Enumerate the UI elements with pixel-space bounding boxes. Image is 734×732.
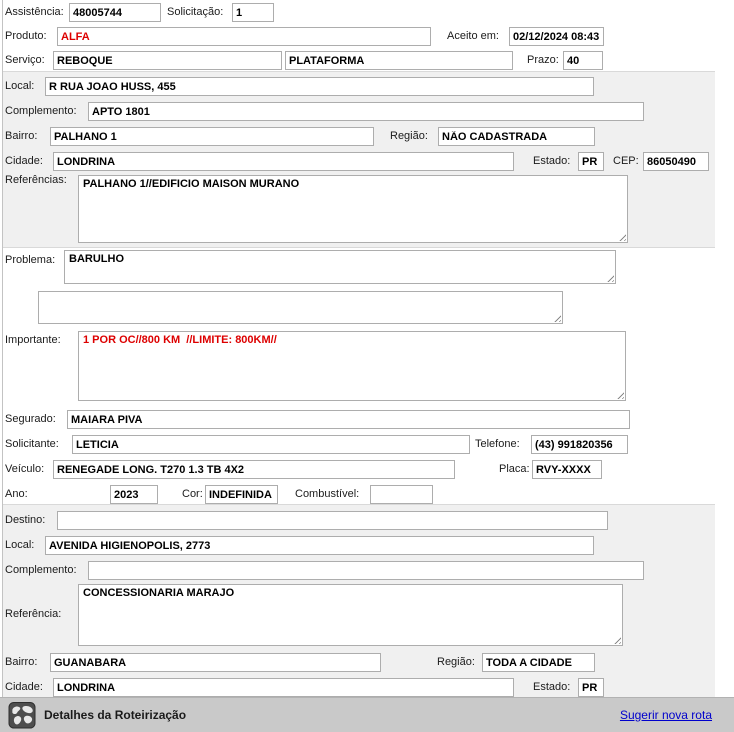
importante-label: Importante:: [5, 334, 61, 346]
ano-input[interactable]: [110, 485, 158, 504]
destino-regiao-input[interactable]: [482, 653, 595, 672]
cor-input[interactable]: [205, 485, 278, 504]
origem-bairro-input[interactable]: [50, 127, 374, 146]
telefone-input[interactable]: [531, 435, 628, 454]
origem-cep-label: CEP:: [613, 155, 639, 167]
importante-textarea[interactable]: 1 POR OC//800 KM //LIMITE: 800KM//: [78, 331, 626, 401]
destino-estado-label: Estado:: [533, 681, 570, 693]
origem-cep-input[interactable]: [643, 152, 709, 171]
solicitacao-input[interactable]: [232, 3, 274, 22]
problema-field: BARULHO: [64, 250, 616, 284]
origem-cidade-label: Cidade:: [5, 155, 43, 167]
combustivel-label: Combustível:: [295, 488, 359, 500]
destino-local-input[interactable]: [45, 536, 594, 555]
destino-local-label: Local:: [5, 539, 34, 551]
origem-estado-label: Estado:: [533, 155, 570, 167]
origem-referencias-textarea[interactable]: PALHANO 1//EDIFICIO MAISON MURANO: [78, 175, 628, 243]
prazo-label: Prazo:: [527, 54, 559, 66]
origem-cidade-input[interactable]: [53, 152, 514, 171]
routing-details-title: Detalhes da Roteirização: [44, 708, 186, 722]
cor-label: Cor:: [182, 488, 203, 500]
observacao-field: [38, 291, 563, 324]
solicitante-input[interactable]: [72, 435, 470, 454]
destino-complemento-label: Complemento:: [5, 564, 77, 576]
destino-cidade-label: Cidade:: [5, 681, 43, 693]
destino-cidade-input[interactable]: [53, 678, 514, 697]
produto-input[interactable]: [57, 27, 431, 46]
assistance-order-form: Assistência: Solicitação: Produto: Aceit…: [0, 0, 734, 732]
destino-bairro-label: Bairro:: [5, 656, 37, 668]
veiculo-input[interactable]: [53, 460, 455, 479]
ano-label: Ano:: [5, 488, 28, 500]
solicitante-label: Solicitante:: [5, 438, 59, 450]
observacao-textarea[interactable]: [38, 291, 563, 324]
servico-tipo-input[interactable]: [285, 51, 513, 70]
telefone-label: Telefone:: [475, 438, 520, 450]
destino-bairro-input[interactable]: [50, 653, 381, 672]
origem-regiao-input[interactable]: [438, 127, 595, 146]
origem-complemento-label: Complemento:: [5, 105, 77, 117]
segurado-input[interactable]: [67, 410, 630, 429]
solicitacao-label: Solicitação:: [167, 6, 223, 18]
origem-local-input[interactable]: [45, 77, 594, 96]
combustivel-input[interactable]: [370, 485, 433, 504]
assistencia-input[interactable]: [69, 3, 161, 22]
routing-details-bar: Detalhes da Roteirização Sugerir nova ro…: [0, 697, 734, 732]
placa-input[interactable]: [532, 460, 602, 479]
origem-referencias-field: PALHANO 1//EDIFICIO MAISON MURANO: [78, 175, 628, 243]
destino-estado-input[interactable]: [578, 678, 604, 697]
destino-input[interactable]: [57, 511, 608, 530]
servico-label: Serviço:: [5, 54, 45, 66]
origem-bairro-label: Bairro:: [5, 130, 37, 142]
assistencia-label: Assistência:: [5, 6, 64, 18]
veiculo-label: Veículo:: [5, 463, 44, 475]
origem-complemento-input[interactable]: [88, 102, 644, 121]
origem-regiao-label: Região:: [390, 130, 428, 142]
placa-label: Placa:: [499, 463, 530, 475]
origem-referencias-label: Referências:: [5, 174, 67, 186]
problema-textarea[interactable]: BARULHO: [64, 250, 616, 284]
world-map-icon: [8, 702, 36, 729]
produto-label: Produto:: [5, 30, 47, 42]
destino-referencia-textarea[interactable]: CONCESSIONARIA MARAJO: [78, 584, 623, 646]
servico-input[interactable]: [53, 51, 282, 70]
destino-regiao-label: Região:: [437, 656, 475, 668]
aceito-em-input[interactable]: [509, 27, 604, 46]
origem-estado-input[interactable]: [578, 152, 604, 171]
destino-complemento-input[interactable]: [88, 561, 644, 580]
origem-local-label: Local:: [5, 80, 34, 92]
aceito-em-label: Aceito em:: [447, 30, 499, 42]
importante-field: 1 POR OC//800 KM //LIMITE: 800KM//: [78, 331, 626, 401]
destino-referencia-field: CONCESSIONARIA MARAJO: [78, 584, 623, 646]
destino-label: Destino:: [5, 514, 45, 526]
destino-referencia-label: Referência:: [5, 608, 61, 620]
segurado-label: Segurado:: [5, 413, 56, 425]
prazo-input[interactable]: [563, 51, 603, 70]
suggest-new-route-link[interactable]: Sugerir nova rota: [620, 708, 712, 722]
problema-label: Problema:: [5, 254, 55, 266]
